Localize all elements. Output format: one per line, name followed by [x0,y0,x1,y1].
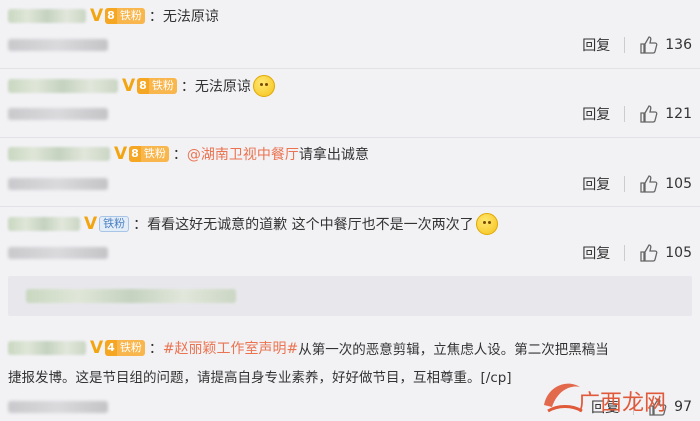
vip-v-icon: V [90,338,104,358]
comment-text: ：看看这好无诚意的道歉 这个中餐厅也不是一次两次了 [133,217,474,233]
comment-text-line1: 从第一次的恶意剪辑，立焦虑人设。第二次把黑稿当 [298,342,609,358]
username-blurred[interactable] [8,341,86,355]
like-button[interactable]: 121 [639,104,692,124]
watermark-text: 广西龙网 [578,391,667,416]
comment-meta: 回复 105 [8,243,692,263]
timestamp-blurred [8,39,108,51]
comment-meta: 回复 105 [8,174,692,194]
vip-v-icon: V [114,144,128,164]
topic-link[interactable]: #赵丽颖工作室声明# [163,338,298,358]
comment-header: V 铁粉 ：看看这好无诚意的道歉 这个中餐厅也不是一次两次了 [8,213,498,235]
username-blurred[interactable] [8,9,86,23]
reply-button[interactable]: 回复 [582,243,610,263]
thumbs-up-icon [640,36,658,54]
username-blurred[interactable] [8,217,80,231]
divider [0,206,700,207]
fan-badge[interactable]: 8 铁粉 [105,8,145,24]
fan-badge[interactable]: 8 铁粉 [129,146,169,162]
username-blurred[interactable] [8,147,110,161]
comment-header: V 4 铁粉 ： #赵丽颖工作室声明# 从第一次的恶意剪辑，立焦虑人设。第二次把黑… [8,338,609,358]
timestamp-blurred [8,108,108,120]
divider [0,68,700,69]
like-count: 97 [674,399,692,415]
mention-link[interactable]: @湖南卫视中餐厅 [187,144,299,164]
thumbs-up-icon [640,105,658,123]
separator [624,176,626,192]
fan-badge[interactable]: 铁粉 [99,216,130,232]
username-blurred[interactable] [8,79,118,93]
vip-v-icon: V [84,214,98,234]
like-count: 105 [665,176,692,192]
reply-button[interactable]: 回复 [582,104,610,124]
comment-prefix: ： [172,147,187,163]
comment-text: ：无法原谅 [148,9,219,25]
fan-badge[interactable]: 8 铁粉 [137,78,177,94]
comment-text: ：无法原谅 [180,79,251,95]
watermark: 广西龙网 [538,375,668,419]
vip-v-icon: V [90,6,104,26]
comment-header: V 8 铁粉 ： @湖南卫视中餐厅 请拿出诚意 [8,144,369,164]
comment-meta: 回复 136 [8,35,692,55]
reply-button[interactable]: 回复 [582,174,610,194]
like-count: 136 [665,37,692,53]
like-button[interactable]: 105 [639,243,692,263]
comment-header: V 8 铁粉 ：无法原谅 [8,75,275,97]
banner-text-blurred [26,289,236,303]
vip-v-icon: V [122,76,136,96]
like-button[interactable]: 136 [639,35,692,55]
separator [624,245,626,261]
comment-text-line2: 捷报发博。这是节目组的问题，请提高自身专业素养，好好做节目，互相尊重。[/cp] [8,370,512,386]
fan-badge[interactable]: 4 铁粉 [105,340,145,356]
comment-meta: 回复 121 [8,104,692,124]
like-count: 105 [665,245,692,261]
comment-text: 请拿出诚意 [298,147,369,163]
divider [0,137,700,138]
thumbs-up-icon [640,175,658,193]
timestamp-blurred [8,247,108,259]
comment-prefix: ： [148,341,163,357]
smile-emoji-icon [475,213,498,235]
comment-header: V 8 铁粉 ：无法原谅 [8,6,219,26]
thumbs-up-icon [640,244,658,262]
reply-button[interactable]: 回复 [582,35,610,55]
smile-emoji-icon [252,75,275,97]
like-button[interactable]: 105 [639,174,692,194]
timestamp-blurred [8,401,108,413]
like-count: 121 [665,106,692,122]
separator [624,37,626,53]
timestamp-blurred [8,178,108,190]
blurred-banner [8,276,692,316]
separator [624,106,626,122]
